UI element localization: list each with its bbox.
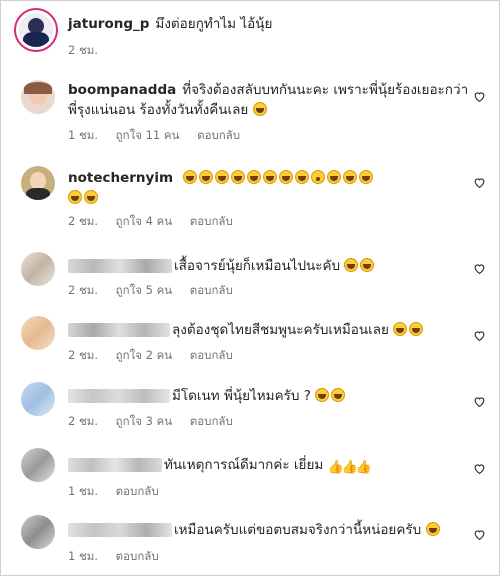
avatar[interactable]: [21, 252, 55, 286]
thumbs-up-icon: 👍: [355, 460, 372, 475]
emoji-laugh-icon: [409, 322, 424, 336]
comment-time[interactable]: 2 ชม.: [68, 283, 98, 297]
comment-time[interactable]: 1 ชม.: [68, 128, 98, 142]
heart-outline-icon[interactable]: [473, 462, 486, 475]
comment-username[interactable]: boompanadda: [68, 82, 176, 98]
comment-text: ที่จริงต้องสลับบทกันนะคะ เพราะพี่นุ้ยร้อ…: [182, 82, 469, 98]
emoji-laugh-icon: [215, 170, 230, 184]
comment-time[interactable]: 2 ชม.: [68, 43, 98, 57]
emoji-laugh-icon: [183, 170, 198, 184]
reply-button[interactable]: ตอบกลับ: [116, 549, 159, 563]
avatar[interactable]: [21, 80, 55, 114]
emoji-laugh-icon: [359, 170, 374, 184]
comment-text: เหมือนครับแต่ขอตบสมจริงกว่านี้หน่อยครับ: [174, 522, 422, 538]
comment-text: เสื้อจารย์นุ้ยก็เหมือนไปนะคับ: [174, 258, 341, 274]
likes-count[interactable]: ถูกใจ 4 คน: [116, 214, 172, 228]
thumbs-up-icon: 👍: [327, 460, 344, 475]
emoji-laugh-icon: [393, 322, 408, 336]
emoji-laugh-icon: [247, 170, 262, 184]
blurred-username: [68, 523, 172, 537]
blurred-username: [68, 389, 170, 403]
emoji-laugh-icon: [331, 388, 346, 402]
heart-outline-icon[interactable]: [473, 262, 486, 275]
heart-outline-icon[interactable]: [473, 395, 486, 408]
likes-count[interactable]: ถูกใจ 2 คน: [116, 348, 172, 362]
comment-time[interactable]: 2 ชม.: [68, 414, 98, 428]
reply-button[interactable]: ตอบกลับ: [116, 484, 159, 498]
avatar[interactable]: [21, 316, 55, 350]
emoji-laugh-icon: [343, 170, 358, 184]
avatar[interactable]: [21, 382, 55, 416]
comment-text: ทันเหตุการณ์ดีมากค่ะ เยี่ยม: [164, 457, 324, 473]
emoji-laugh-icon: [252, 102, 267, 116]
thumbs-up-icon: 👍: [341, 460, 358, 475]
emoji-laugh-icon: [360, 258, 375, 272]
emoji-laugh-icon: [344, 258, 359, 272]
heart-outline-icon[interactable]: [473, 90, 486, 103]
heart-outline-icon[interactable]: [473, 528, 486, 541]
comment-username[interactable]: jaturong_p: [68, 16, 149, 32]
heart-outline-icon[interactable]: [473, 329, 486, 342]
reply-button[interactable]: ตอบกลับ: [197, 128, 240, 142]
comment-time[interactable]: 2 ชม.: [68, 214, 98, 228]
comment-text-continued: พี่รุงแน่นอน ร้องทั้งวันทั้งคืนเลย: [68, 102, 249, 118]
heart-outline-icon[interactable]: [473, 176, 486, 189]
emoji-laugh-icon: [231, 170, 246, 184]
reply-button[interactable]: ตอบกลับ: [190, 414, 233, 428]
emoji-laugh-icon: [327, 170, 342, 184]
avatar[interactable]: [21, 166, 55, 200]
comment-text: มีโดเนท พี่นุ้ยไหมครับ ?: [172, 388, 311, 404]
avatar[interactable]: [14, 8, 58, 52]
emoji-laugh-icon: [279, 170, 294, 184]
emoji-wow-icon: [311, 170, 326, 184]
blurred-username: [68, 323, 170, 337]
comment-time[interactable]: 1 ชม.: [68, 549, 98, 563]
comment-text: ลุงต้องชุดไทยสีชมพูนะครับเหมือนเลย: [172, 322, 389, 338]
avatar[interactable]: [21, 448, 55, 482]
emoji-laugh-icon: [425, 522, 440, 536]
comment-text: มึงต่อยกูทำไม ไอ้นุ้ย: [155, 16, 273, 32]
likes-count[interactable]: ถูกใจ 3 คน: [116, 414, 172, 428]
comment-time[interactable]: 1 ชม.: [68, 484, 98, 498]
emoji-laugh-icon: [295, 170, 310, 184]
reply-button[interactable]: ตอบกลับ: [190, 214, 233, 228]
emoji-laugh-icon: [315, 388, 330, 402]
likes-count[interactable]: ถูกใจ 11 คน: [116, 128, 180, 142]
avatar[interactable]: [21, 515, 55, 549]
emoji-laugh-icon: [263, 170, 278, 184]
emoji-laugh-icon: [68, 190, 82, 204]
likes-count[interactable]: ถูกใจ 5 คน: [116, 283, 172, 297]
emoji-laugh-icon: [199, 170, 214, 184]
comment-time[interactable]: 2 ชม.: [68, 348, 98, 362]
blurred-username: [68, 458, 162, 472]
emoji-laugh-icon: [84, 190, 98, 204]
reply-button[interactable]: ตอบกลับ: [190, 283, 233, 297]
comment-username[interactable]: notechernyim: [68, 170, 173, 186]
blurred-username: [68, 259, 172, 273]
reply-button[interactable]: ตอบกลับ: [190, 348, 233, 362]
